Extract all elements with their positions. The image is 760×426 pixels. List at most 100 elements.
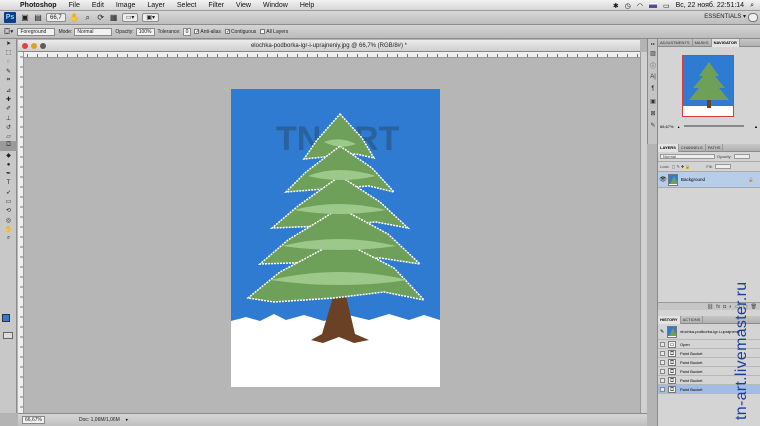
zoom-out-icon[interactable]: ▴ [678, 124, 680, 129]
history-brush-source-icon[interactable]: ✎ [660, 329, 664, 335]
grid-icon[interactable]: ▦ [109, 13, 119, 22]
quick-selection-tool-icon[interactable]: ✎ [0, 67, 17, 76]
pen-tool-icon[interactable]: ✒ [0, 169, 17, 178]
brush-tool-icon[interactable]: ✐ [0, 104, 17, 113]
type-tool-icon[interactable]: T [0, 178, 17, 187]
layer-name[interactable]: Background [681, 177, 705, 182]
arrange-documents-dropdown[interactable]: ▭▾ [121, 13, 139, 22]
vertical-scrollbar[interactable] [640, 52, 647, 413]
eyedropper-tool-icon[interactable]: ⊿ [0, 85, 17, 94]
menu-help[interactable]: Help [294, 2, 320, 9]
adjustment-layer-icon[interactable]: ◐ [729, 304, 732, 310]
move-tool-icon[interactable]: ➤ [0, 39, 17, 48]
spotlight-icon[interactable]: ⌕ [750, 2, 754, 10]
tab-paths[interactable]: PATHS [706, 143, 724, 152]
lock-icon[interactable]: ▢ ✎ ✚ 🔒 [672, 164, 691, 169]
quick-mask-icon[interactable] [3, 332, 13, 339]
minimize-icon[interactable] [31, 43, 37, 49]
clone-stamp-tool-icon[interactable]: ⊥ [0, 113, 17, 122]
zoom-level-dropdown[interactable]: 66,7 [46, 13, 66, 22]
status-zoom-input[interactable]: 66,67% [22, 416, 45, 424]
close-icon[interactable] [22, 43, 28, 49]
3d-orbit-tool-icon[interactable]: ◎ [0, 216, 17, 225]
menu-edit[interactable]: Edit [86, 2, 110, 9]
canvas-area[interactable]: TN ART [24, 58, 640, 413]
menu-window[interactable]: Window [257, 2, 294, 9]
maximize-icon[interactable] [40, 43, 46, 49]
tab-actions[interactable]: ACTIONS [681, 315, 704, 324]
bridge-icon[interactable]: ▣ [20, 13, 30, 22]
contiguous-checkbox[interactable]: ✓ [224, 29, 230, 35]
paint-bucket-tool-icon[interactable]: ⛋ [0, 141, 17, 151]
clock-icon[interactable]: ◷ [625, 2, 631, 10]
blur-tool-icon[interactable]: ◆ [0, 151, 17, 160]
menu-filter[interactable]: Filter [202, 2, 230, 9]
tab-channels[interactable]: CHANNELS [679, 143, 706, 152]
antialias-checkbox[interactable]: ✓ [194, 29, 200, 35]
navigator-thumbnail[interactable] [682, 55, 734, 117]
zoom-in-icon[interactable]: ▲ [754, 124, 758, 129]
hand-tool-icon-panel[interactable]: ✋ [0, 225, 17, 234]
fill-source-select[interactable]: Foreground [17, 27, 56, 36]
document-image[interactable]: TN ART [24, 58, 640, 413]
add-mask-icon[interactable]: ◘ [723, 304, 726, 310]
layer-row-background[interactable]: 👁 Background 🔒 [658, 172, 760, 188]
workspace-switcher[interactable]: ESSENTIALS ▾ [704, 13, 746, 20]
3d-rotate-tool-icon[interactable]: ⟲ [0, 206, 17, 215]
snapshot-thumbnail [667, 325, 678, 338]
clock-text[interactable]: Вс, 22 нояб. 22:51:14 [676, 2, 745, 9]
menu-layer[interactable]: Layer [141, 2, 171, 9]
document-tab[interactable]: elochka-podborka-igr-i-uprajneniy.jpg @ … [18, 40, 640, 52]
menu-file[interactable]: File [63, 2, 86, 9]
history-brush-tool-icon[interactable]: ↺ [0, 123, 17, 132]
zoom-tool-icon[interactable]: ⌕ [83, 13, 93, 23]
layer-thumbnail [668, 173, 678, 186]
layer-style-icon[interactable]: fx [716, 304, 720, 310]
all-layers-checkbox[interactable] [260, 29, 266, 34]
menu-image[interactable]: Image [110, 2, 141, 9]
foreground-color-swatch[interactable] [2, 314, 10, 322]
zoom-tool-icon-panel[interactable]: ⌕ [0, 234, 17, 243]
menu-view[interactable]: View [230, 2, 257, 9]
navigator-zoom[interactable]: 66,67% [660, 124, 674, 129]
tab-adjustments[interactable]: ADJUSTMENTS [658, 38, 693, 47]
tab-masks[interactable]: MASKS [693, 38, 712, 47]
bluetooth-icon[interactable]: ✱ [613, 2, 619, 10]
healing-brush-tool-icon[interactable]: ✚ [0, 95, 17, 104]
tab-history[interactable]: HISTORY [658, 315, 681, 324]
dodge-tool-icon[interactable]: ● [0, 160, 17, 169]
document-size-info[interactable]: Doc: 1,06M/1,06M [79, 417, 120, 423]
menu-select[interactable]: Select [171, 2, 202, 9]
paint-bucket-preset-icon[interactable]: ⛋▾ [4, 27, 13, 37]
status-menu-arrow-icon[interactable]: ▸ [126, 417, 129, 423]
link-layers-icon[interactable]: ⛓ [707, 304, 713, 310]
search-icon[interactable] [748, 13, 758, 22]
eraser-tool-icon[interactable]: ▱ [0, 132, 17, 141]
layer-fill-input[interactable] [714, 164, 731, 169]
tab-navigator[interactable]: NAVIGATOR [711, 38, 740, 47]
menu-app-name[interactable]: Photoshop [18, 2, 63, 9]
tolerance-input[interactable]: 0 [182, 27, 192, 36]
trash-icon[interactable]: 🗑 [751, 304, 757, 310]
opacity-input[interactable]: 100% [135, 27, 155, 36]
rectangle-tool-icon[interactable]: ▭ [0, 197, 17, 206]
hand-tool-icon[interactable]: ✋ [70, 13, 80, 22]
lock-label: Lock: [660, 164, 670, 169]
minibridge-icon[interactable]: ▤ [33, 13, 43, 22]
rotate-view-icon[interactable]: ⟳ [96, 13, 106, 22]
navigator-zoom-slider[interactable] [683, 125, 745, 127]
lasso-tool-icon[interactable]: ◌ [0, 58, 17, 67]
flag-icon[interactable] [648, 3, 657, 8]
layer-blend-mode-select[interactable]: Normal [660, 154, 715, 159]
document-title: elochka-podborka-igr-i-uprajneniy.jpg @ … [250, 42, 408, 49]
eye-icon[interactable]: 👁 [658, 176, 668, 183]
wifi-icon[interactable]: ◠ [637, 2, 643, 10]
path-selection-tool-icon[interactable]: ➶ [0, 188, 17, 197]
layer-opacity-input[interactable] [733, 154, 750, 159]
crop-tool-icon[interactable]: ⌗ [0, 76, 17, 85]
marquee-tool-icon[interactable]: ⬚ [0, 48, 17, 57]
tab-layers[interactable]: LAYERS [658, 143, 679, 152]
mode-select[interactable]: Normal [74, 27, 113, 36]
battery-icon[interactable]: ▭ [663, 2, 670, 10]
screen-mode-dropdown[interactable]: ▣▾ [142, 13, 160, 22]
